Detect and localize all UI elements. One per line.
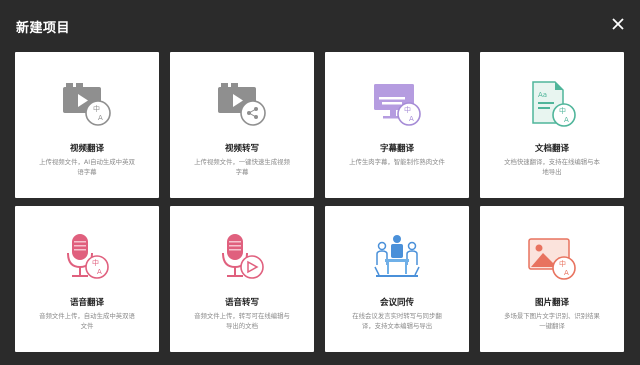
svg-text:中: 中	[92, 258, 99, 267]
close-icon[interactable]	[608, 14, 628, 34]
card-image-translate[interactable]: 中 A 图片翻译 多场景下图片文字识别、识别结果一键翻译	[480, 206, 624, 352]
card-title: 语音翻译	[69, 298, 104, 308]
card-title: 文档翻译	[534, 144, 569, 154]
card-title: 视频转写	[224, 144, 259, 154]
card-meeting-interpret[interactable]: 会议同传 在线会议发言实时转写与同步翻译，支持文本编辑与导出	[325, 206, 469, 352]
video-translate-icon: 中 A	[60, 77, 114, 131]
svg-text:中: 中	[559, 259, 566, 268]
svg-text:A: A	[409, 115, 414, 123]
svg-text:中: 中	[404, 105, 411, 114]
speech-transcribe-icon	[215, 231, 269, 285]
svg-text:中: 中	[559, 106, 566, 115]
close-button[interactable]	[608, 14, 628, 34]
card-description: 音频文件上传，转写可在线编辑与导出的文档	[194, 312, 290, 330]
card-description: 上传生肉字幕，智能制作熟肉文件	[349, 158, 445, 166]
card-title: 视频翻译	[69, 144, 104, 154]
card-description: 多场景下图片文字识别、识别结果一键翻译	[504, 312, 600, 330]
card-title: 图片翻译	[534, 298, 569, 308]
card-description: 在线会议发言实时转写与同步翻译，支持文本编辑与导出	[352, 312, 442, 330]
card-title: 语音转写	[224, 298, 259, 308]
card-title: 会议同传	[379, 298, 414, 308]
card-speech-transcribe[interactable]: 语音转写 音频文件上传，转写可在线编辑与导出的文档	[170, 206, 314, 352]
card-video-transcribe[interactable]: 视频转写 上传视频文件，一键快速生成视频字幕	[170, 52, 314, 198]
meeting-interpret-icon	[370, 231, 424, 285]
subtitle-translate-icon: 中 A	[370, 77, 424, 131]
svg-text:A: A	[97, 268, 102, 276]
svg-text:A: A	[564, 116, 569, 124]
project-type-grid: 中 A 视频翻译 上传视频文件，AI自动生成中英双语字幕 视频转写 上传视频文件	[15, 52, 624, 352]
video-transcribe-icon	[215, 77, 269, 131]
card-title: 字幕翻译	[379, 144, 414, 154]
svg-text:Aa: Aa	[538, 91, 547, 99]
card-description: 上传视频文件，AI自动生成中英双语字幕	[39, 158, 135, 176]
speech-translate-icon: 中 A	[60, 231, 114, 285]
card-speech-translate[interactable]: 中 A 语音翻译 音频文件上传，自动生成中英双语文件	[15, 206, 159, 352]
image-translate-icon: 中 A	[525, 231, 579, 285]
svg-text:A: A	[98, 114, 103, 122]
card-description: 上传视频文件，一键快速生成视频字幕	[194, 158, 290, 176]
card-description: 文档快速翻译，支持在线编辑与本地导出	[504, 158, 600, 176]
document-translate-icon: Aa 中 A	[525, 77, 579, 131]
svg-text:A: A	[564, 269, 569, 277]
card-video-translate[interactable]: 中 A 视频翻译 上传视频文件，AI自动生成中英双语字幕	[15, 52, 159, 198]
card-description: 音频文件上传，自动生成中英双语文件	[39, 312, 135, 330]
card-subtitle-translate[interactable]: 中 A 字幕翻译 上传生肉字幕，智能制作熟肉文件	[325, 52, 469, 198]
svg-text:中: 中	[93, 104, 100, 113]
dialog-title: 新建项目	[16, 21, 71, 36]
card-document-translate[interactable]: Aa 中 A 文档翻译 文档快速翻译，支持在线编辑与本地导出	[480, 52, 624, 198]
